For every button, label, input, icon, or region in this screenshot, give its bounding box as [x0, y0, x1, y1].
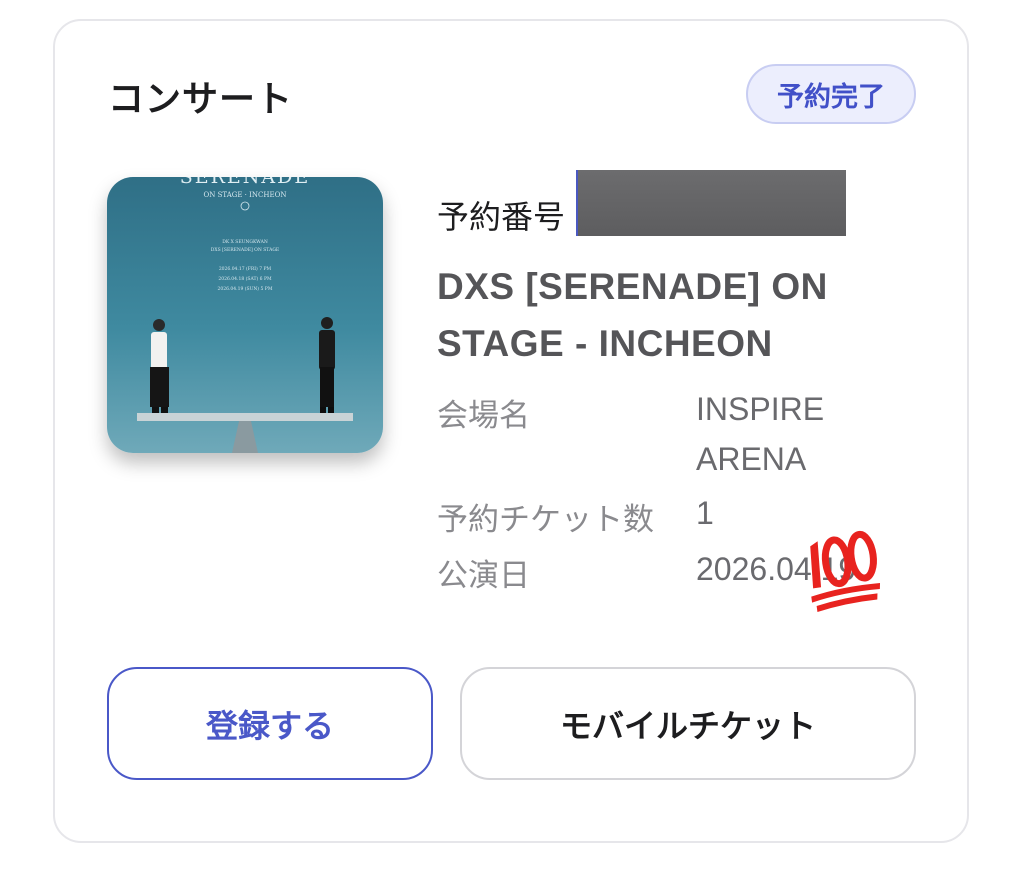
ticket-count-value: 1: [696, 495, 714, 531]
mobile-ticket-button[interactable]: モバイルチケット: [460, 667, 916, 780]
venue-label: 会場名: [437, 398, 530, 434]
event-title-line-2: STAGE - INCHEON: [437, 323, 773, 364]
poster-date-2: 2026.04.18 (SAT) 6 PM: [218, 275, 272, 282]
venue-value-line-2: ARENA: [696, 441, 807, 477]
poster-date-1: 2026.04.17 (FRI) 7 PM: [219, 265, 272, 272]
poster-figure-right: [319, 317, 335, 413]
reservation-number-label: 予約番号: [437, 198, 566, 236]
poster-seesaw-plank: [137, 413, 353, 421]
poster-figure-left: [150, 319, 169, 413]
status-badge: 予約完了: [746, 64, 916, 124]
poster-subtitle: ON STAGE · INCHEON: [204, 191, 287, 199]
event-poster-image: SERENADE ON STAGE · INCHEON DK X SEUNGKW…: [107, 177, 383, 453]
venue-value-line-1: INSPIRE: [696, 391, 825, 427]
venue-value: INSPIRE ARENA: [696, 384, 824, 484]
hundred-points-emoji-icon: [800, 528, 886, 618]
category-title: コンサート: [108, 79, 294, 120]
poster-title: SERENADE: [180, 177, 311, 188]
event-title: DXS [SERENADE] ON STAGE - INCHEON: [437, 258, 907, 372]
poster-date-3: 2026.04.19 (SUN) 5 PM: [218, 285, 273, 292]
poster-event-line: DXS [SERENADE] ON STAGE: [211, 247, 279, 253]
ticket-count-label: 予約チケット数: [437, 502, 654, 538]
poster-artists: DK X SEUNGKWAN: [222, 239, 268, 245]
event-title-line-1: DXS [SERENADE] ON: [437, 266, 828, 307]
performance-date-label: 公演日: [437, 558, 530, 594]
reservation-number-redaction: [576, 170, 846, 236]
register-button[interactable]: 登録する: [107, 667, 433, 780]
